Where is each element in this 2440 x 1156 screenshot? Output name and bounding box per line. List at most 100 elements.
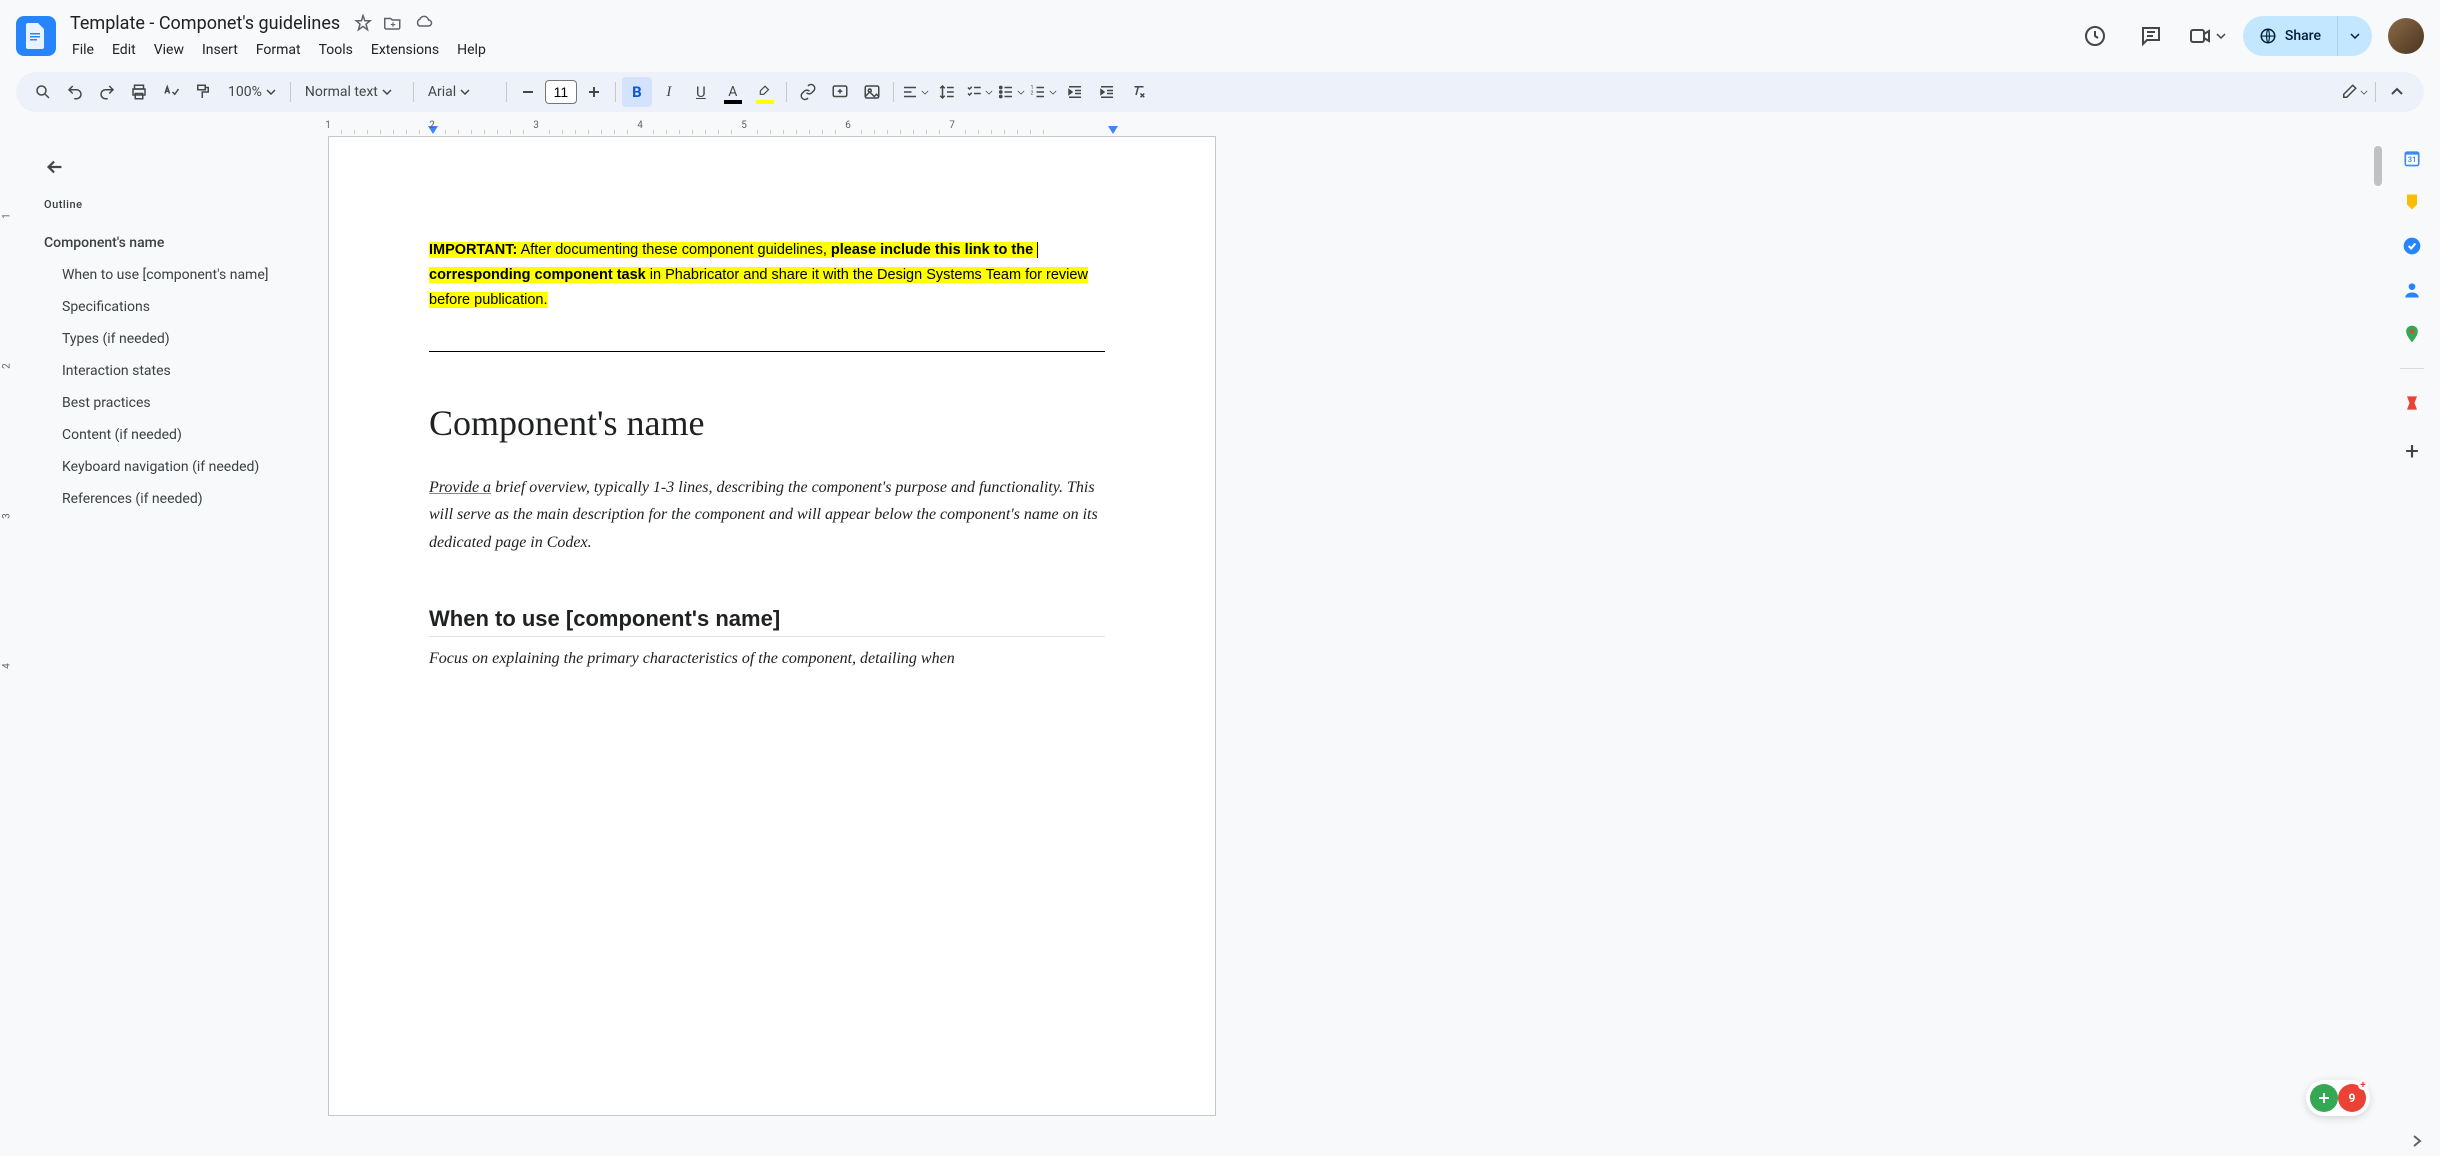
outline-title: Outline	[44, 198, 296, 211]
maps-icon[interactable]	[2402, 324, 2422, 344]
outline-item[interactable]: Types (if needed)	[44, 323, 296, 355]
heading-component-name: Component's name	[429, 402, 1105, 444]
clear-formatting-button[interactable]	[1124, 77, 1154, 107]
paint-format-icon[interactable]	[188, 77, 218, 107]
comments-icon[interactable]	[2131, 16, 2171, 56]
separator	[893, 82, 894, 102]
bulleted-list-button[interactable]	[996, 77, 1026, 107]
outline-back-icon[interactable]	[44, 156, 296, 178]
menu-file[interactable]: File	[64, 38, 102, 62]
outline-item[interactable]: References (if needed)	[44, 483, 296, 515]
font-size-input[interactable]	[545, 80, 577, 104]
menu-insert[interactable]: Insert	[194, 38, 246, 62]
separator	[413, 82, 414, 102]
user-avatar[interactable]	[2388, 18, 2424, 54]
decrease-indent-button[interactable]	[1060, 77, 1090, 107]
heading-when-to-use: When to use [component's name]	[429, 606, 1105, 637]
titlebar: Template - Componet's guidelines File Ed…	[0, 0, 2440, 64]
menu-extensions[interactable]: Extensions	[363, 38, 447, 62]
outline-item[interactable]: Component's name	[44, 227, 296, 259]
checklist-button[interactable]	[964, 77, 994, 107]
ruler-number: 5	[741, 120, 747, 131]
explore-badge[interactable]: 9	[2306, 1080, 2370, 1116]
line-spacing-button[interactable]	[932, 77, 962, 107]
outline-item[interactable]: Best practices	[44, 387, 296, 419]
italic-button[interactable]: I	[654, 77, 684, 107]
menubar: File Edit View Insert Format Tools Exten…	[64, 38, 2075, 62]
numbered-list-button[interactable]: 12	[1028, 77, 1058, 107]
insert-link-icon[interactable]	[793, 77, 823, 107]
keep-icon[interactable]	[2402, 192, 2422, 212]
redo-icon[interactable]	[92, 77, 122, 107]
addon-icon[interactable]	[2402, 393, 2422, 413]
move-icon[interactable]	[384, 14, 402, 32]
history-icon[interactable]	[2075, 16, 2115, 56]
menu-tools[interactable]: Tools	[311, 38, 361, 62]
vertical-ruler[interactable]: 1234	[0, 136, 20, 1156]
separator	[2400, 368, 2424, 369]
outline-item[interactable]: When to use [component's name]	[44, 259, 296, 291]
get-addons-icon[interactable]: +	[2405, 437, 2419, 465]
search-icon[interactable]	[28, 77, 58, 107]
ruler-number: 3	[533, 120, 539, 131]
menu-edit[interactable]: Edit	[104, 38, 144, 62]
separator	[290, 82, 291, 102]
ruler-number: 1	[1, 213, 12, 219]
share-label: Share	[2285, 28, 2321, 44]
important-note: IMPORTANT: After documenting these compo…	[429, 237, 1105, 311]
share-dropdown[interactable]	[2337, 16, 2372, 56]
document-canvas[interactable]: IMPORTANT: After documenting these compo…	[320, 136, 2384, 1156]
document-title[interactable]: Template - Componet's guidelines	[64, 11, 346, 36]
globe-icon	[2259, 27, 2277, 45]
ruler-number: 4	[637, 120, 643, 131]
undo-icon[interactable]	[60, 77, 90, 107]
indent-right-marker[interactable]	[1108, 126, 1118, 134]
align-button[interactable]	[900, 77, 930, 107]
horizontal-rule	[429, 351, 1105, 352]
text-cursor	[1037, 242, 1038, 258]
zoom-select[interactable]: 100%	[220, 84, 284, 100]
collapse-toolbar-button[interactable]	[2382, 77, 2412, 107]
font-size-increase[interactable]	[579, 77, 609, 107]
outline-item[interactable]: Content (if needed)	[44, 419, 296, 451]
highlight-color-button[interactable]	[750, 77, 780, 107]
explore-plus-icon	[2310, 1084, 2338, 1112]
add-comment-icon[interactable]	[825, 77, 855, 107]
ruler-number: 1	[325, 120, 331, 131]
horizontal-ruler[interactable]: 1234567	[0, 120, 2440, 136]
font-select[interactable]: Arial	[420, 84, 500, 100]
separator	[615, 82, 616, 102]
spellcheck-icon[interactable]	[156, 77, 186, 107]
text-color-button[interactable]: A	[718, 77, 748, 107]
bold-button[interactable]: B	[622, 77, 652, 107]
share-button[interactable]: Share	[2243, 16, 2372, 56]
tasks-icon[interactable]	[2402, 236, 2422, 256]
svg-text:2: 2	[1030, 90, 1033, 96]
editing-mode-button[interactable]	[2339, 77, 2369, 107]
cloud-status-icon[interactable]	[414, 14, 434, 32]
contacts-icon[interactable]	[2402, 280, 2422, 300]
scrollbar-thumb[interactable]	[2374, 146, 2382, 186]
separator	[2375, 82, 2376, 102]
star-icon[interactable]	[354, 14, 372, 32]
increase-indent-button[interactable]	[1092, 77, 1122, 107]
page: IMPORTANT: After documenting these compo…	[328, 136, 1216, 1116]
print-icon[interactable]	[124, 77, 154, 107]
svg-text:31: 31	[2408, 155, 2417, 164]
menu-help[interactable]: Help	[449, 38, 494, 62]
show-side-panel-icon[interactable]	[2410, 1134, 2424, 1148]
meet-button[interactable]	[2187, 16, 2227, 56]
outline-item[interactable]: Keyboard navigation (if needed)	[44, 451, 296, 483]
insert-image-icon[interactable]	[857, 77, 887, 107]
menu-view[interactable]: View	[146, 38, 192, 62]
font-size-decrease[interactable]	[513, 77, 543, 107]
docs-logo[interactable]	[16, 16, 56, 56]
outline-item[interactable]: Interaction states	[44, 355, 296, 387]
paragraph-style-select[interactable]: Normal text	[297, 84, 407, 100]
underline-button[interactable]: U	[686, 77, 716, 107]
separator	[786, 82, 787, 102]
calendar-icon[interactable]: 31	[2402, 148, 2422, 168]
menu-format[interactable]: Format	[248, 38, 309, 62]
separator	[506, 82, 507, 102]
outline-item[interactable]: Specifications	[44, 291, 296, 323]
